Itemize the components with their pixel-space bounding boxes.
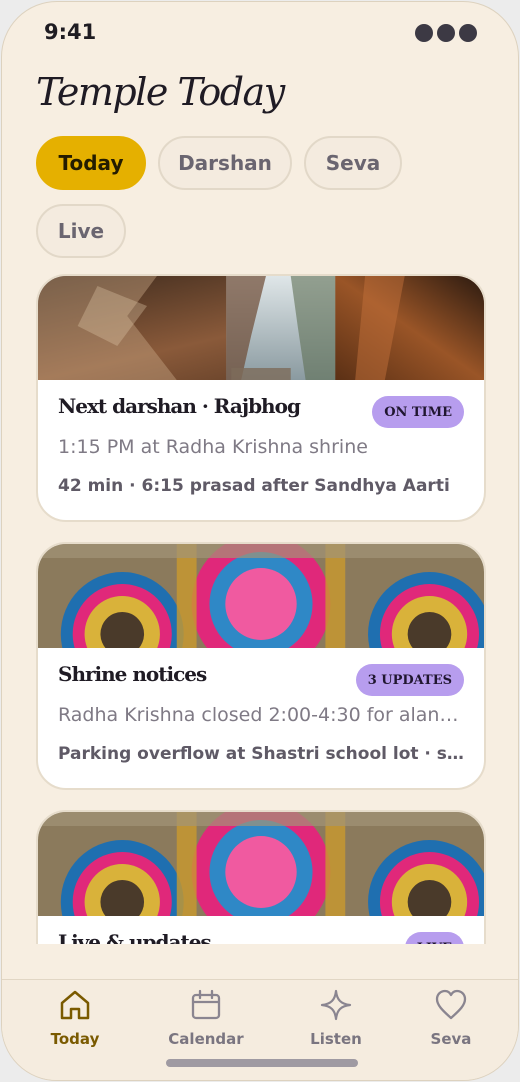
cave-temple-photo bbox=[38, 276, 484, 380]
status-dot-icon bbox=[459, 24, 477, 42]
status-badge: LIVE bbox=[404, 932, 464, 944]
darshan-card[interactable]: Next darshan · Rajbhog ON TIME 1:15 PM a… bbox=[36, 274, 486, 522]
card-subtitle: Radha Krishna closed 2:00-4:30 for alank… bbox=[58, 704, 468, 726]
card-title: Shrine notices bbox=[58, 662, 207, 686]
shrine-deities-photo bbox=[38, 544, 484, 648]
tab-seva[interactable]: Seva bbox=[401, 988, 501, 1058]
card-title: Next darshan · Rajbhog bbox=[58, 394, 301, 418]
filter-chip-darshan[interactable]: Darshan bbox=[158, 136, 292, 190]
tab-label: Listen bbox=[310, 1030, 362, 1048]
tab-label: Today bbox=[50, 1030, 100, 1048]
phone-frame: 9:41 Temple Today Today Darshan Seva Liv… bbox=[1, 1, 519, 1081]
card-meta: Parking overflow at Shastri school lot ·… bbox=[58, 744, 468, 764]
tab-label: Calendar bbox=[168, 1030, 244, 1048]
shrine-notices-card[interactable]: Shrine notices 3 UPDATES Radha Krishna c… bbox=[36, 542, 486, 790]
card-feed[interactable]: Next darshan · Rajbhog ON TIME 1:15 PM a… bbox=[2, 272, 518, 944]
home-icon bbox=[60, 990, 90, 1020]
status-icons bbox=[415, 24, 477, 42]
live-updates-card[interactable]: Live & updates LIVE bbox=[36, 810, 486, 944]
status-dot-icon bbox=[415, 24, 433, 42]
tab-today[interactable]: Today bbox=[25, 988, 125, 1058]
card-title: Live & updates bbox=[58, 930, 212, 944]
filter-chip-today[interactable]: Today bbox=[36, 136, 146, 190]
sparkle-icon bbox=[320, 989, 352, 1021]
card-subtitle: 1:15 PM at Radha Krishna shrine bbox=[58, 436, 368, 458]
tab-listen[interactable]: Listen bbox=[286, 988, 386, 1058]
status-dot-icon bbox=[437, 24, 455, 42]
filter-chip-live[interactable]: Live bbox=[36, 204, 126, 258]
heart-icon bbox=[435, 989, 467, 1020]
card-meta: 42 min · 6:15 prasad after Sandhya Aarti bbox=[58, 476, 450, 496]
calendar-icon bbox=[191, 989, 221, 1020]
page-title: Temple Today bbox=[36, 70, 285, 114]
tab-label: Seva bbox=[430, 1030, 472, 1048]
status-badge: ON TIME bbox=[372, 396, 464, 428]
shrine-deities-photo bbox=[38, 812, 484, 916]
status-badge: 3 UPDATES bbox=[355, 664, 464, 696]
filter-chip-seva[interactable]: Seva bbox=[304, 136, 402, 190]
tab-calendar[interactable]: Calendar bbox=[156, 988, 256, 1058]
status-time: 9:41 bbox=[44, 20, 97, 44]
home-indicator[interactable] bbox=[166, 1059, 358, 1067]
